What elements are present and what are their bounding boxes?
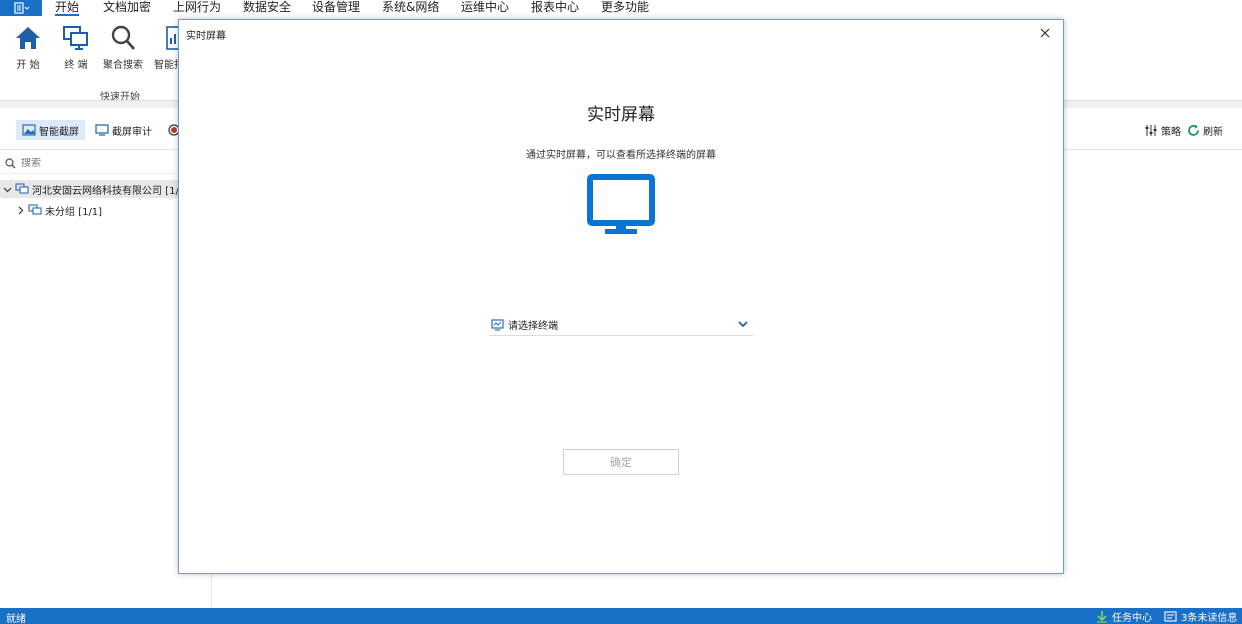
monitor-icon — [587, 174, 655, 234]
status-ready: 就绪 — [6, 614, 26, 624]
tree-search-input[interactable] — [21, 158, 171, 169]
chevron-down-icon[interactable] — [3, 185, 12, 194]
realtime-screen-dialog: 实时屏幕 实时屏幕 通过实时屏幕，可以查看所选择终端的屏幕 请选择终端 确定 — [178, 19, 1064, 574]
menu-tab-report-center[interactable]: 报表中心 — [531, 0, 579, 16]
app-menu-button[interactable] — [0, 0, 42, 16]
dialog-description: 通过实时屏幕，可以查看所选择终端的屏幕 — [526, 150, 716, 161]
menu-tab-ops-center[interactable]: 运维中心 — [461, 0, 509, 16]
ribbon-start-button[interactable]: 开 始 — [6, 22, 50, 71]
chevron-down-icon — [738, 321, 748, 328]
computer-group-icon — [28, 204, 42, 215]
task-center-button[interactable]: 任务中心 — [1096, 609, 1152, 624]
screenshot-audit-button[interactable]: 截屏审计 — [89, 120, 158, 140]
screenshot-audit-label: 截屏审计 — [112, 126, 152, 138]
tree-node-ungrouped-label: 未分组 [1/1] — [45, 206, 103, 218]
message-icon — [1164, 611, 1177, 622]
ribbon-search-button[interactable]: 聚合搜索 — [101, 22, 145, 71]
menu-tab-data-security[interactable]: 数据安全 — [243, 0, 291, 16]
ribbon-search-label: 聚合搜索 — [103, 60, 143, 71]
home-icon — [16, 27, 40, 49]
smart-screenshot-button[interactable]: 智能截屏 — [16, 120, 85, 140]
menu-tab-device-mgmt[interactable]: 设备管理 — [312, 0, 360, 16]
terminal-icon — [491, 318, 504, 331]
menu-tab-more[interactable]: 更多功能 — [601, 0, 649, 16]
refresh-button[interactable]: 刷新 — [1181, 120, 1229, 140]
refresh-icon — [1188, 124, 1199, 136]
search-icon — [111, 25, 135, 50]
dialog-window-title: 实时屏幕 — [186, 31, 226, 42]
terminal-select[interactable]: 请选择终端 — [489, 314, 753, 336]
refresh-label: 刷新 — [1203, 126, 1223, 138]
status-bar: 就绪 任务中心 3条未读信息 — [0, 608, 1242, 624]
terminal-icon — [63, 26, 88, 50]
policy-button[interactable]: 策略 — [1138, 120, 1187, 140]
menu-tab-web-behavior[interactable]: 上网行为 — [173, 0, 221, 16]
confirm-button[interactable]: 确定 — [563, 449, 679, 475]
chevron-right-icon[interactable] — [16, 206, 25, 215]
unread-messages-button[interactable]: 3条未读信息 — [1164, 609, 1237, 624]
tree-node-ungrouped[interactable]: 未分组 [1/1] — [16, 201, 102, 219]
menu-tab-doc-encrypt[interactable]: 文档加密 — [103, 0, 151, 16]
image-icon — [22, 124, 36, 136]
ribbon-terminal-button[interactable]: 终 端 — [54, 22, 98, 71]
menu-bar: 开始 文档加密 上网行为 数据安全 设备管理 系统&网络 运维中心 报表中心 更… — [0, 0, 1242, 16]
menu-tab-start[interactable]: 开始 — [55, 0, 80, 16]
dialog-close-button[interactable] — [1037, 25, 1053, 41]
unread-messages-label: 3条未读信息 — [1181, 613, 1238, 624]
menu-tab-system-network[interactable]: 系统&网络 — [382, 0, 439, 16]
tree-node-company-label: 河北安固云网络科技有限公司 [1/1 — [32, 185, 186, 197]
ribbon-terminal-label: 终 端 — [64, 60, 88, 71]
app-menu-icon — [14, 2, 30, 14]
dialog-heading: 实时屏幕 — [587, 105, 655, 125]
download-arrow-icon — [1097, 611, 1107, 623]
search-icon — [5, 158, 16, 169]
close-icon — [1040, 28, 1050, 38]
terminal-select-value: 请选择终端 — [508, 321, 558, 332]
monitor-icon — [95, 124, 109, 136]
smart-screenshot-label: 智能截屏 — [39, 126, 79, 138]
ribbon-start-label: 开 始 — [16, 60, 40, 71]
policy-label: 策略 — [1161, 126, 1181, 138]
computer-group-icon — [15, 183, 29, 194]
sliders-icon — [1145, 124, 1157, 136]
task-center-label: 任务中心 — [1112, 613, 1152, 624]
